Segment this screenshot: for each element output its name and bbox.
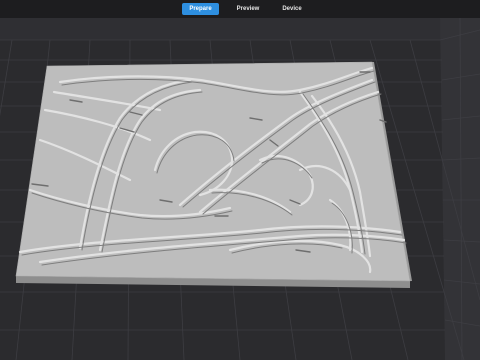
tab-device[interactable]: Device <box>275 3 309 15</box>
tab-prepare[interactable]: Prepare <box>182 3 219 15</box>
mode-tabs: Prepare Preview Device <box>182 3 309 15</box>
3d-viewport[interactable] <box>0 18 480 360</box>
top-toolbar: Prepare Preview Device <box>0 0 480 18</box>
tab-preview[interactable]: Preview <box>229 3 267 15</box>
build-volume-back-wall <box>0 18 480 40</box>
slicer-app: Prepare Preview Device <box>0 0 480 360</box>
viewport-canvas[interactable] <box>0 18 480 360</box>
